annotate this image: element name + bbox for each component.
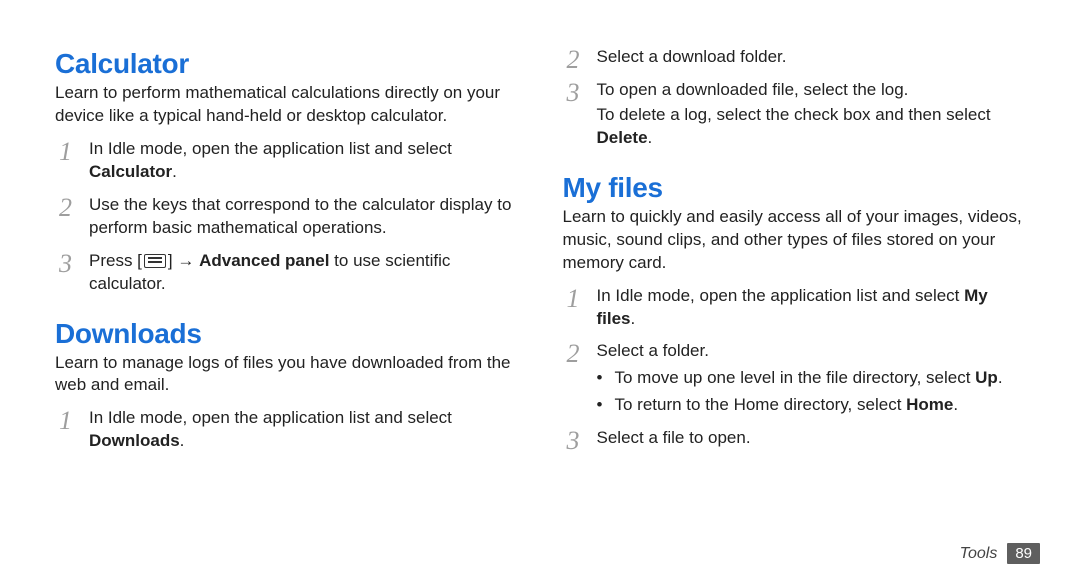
menu-key-icon [144,254,166,268]
text: In Idle mode, open the application list … [89,408,452,427]
text: To return to the Home directory, select [615,395,907,414]
downloads-steps-continued: Select a download folder. To open a down… [563,46,1031,150]
downloads-steps: In Idle mode, open the application list … [55,407,523,453]
page-footer: Tools 89 [960,543,1040,564]
dl-step-3-sub: To delete a log, select the check box an… [597,104,1031,150]
bold: Up [975,368,998,387]
footer-section: Tools [960,545,998,563]
calculator-steps: In Idle mode, open the application list … [55,138,523,296]
dl-step-2: Select a download folder. [563,46,1031,69]
bold: Advanced panel [199,251,329,270]
calc-step-3: Press [] → Advanced panel to use scienti… [55,250,523,296]
right-column: Select a download folder. To open a down… [553,40,1041,546]
text: Press [ [89,251,142,270]
mf-step-2-bullets: To move up one level in the file directo… [597,367,1031,417]
text: In Idle mode, open the application list … [89,139,452,158]
bold: Downloads [89,431,180,450]
text: . [631,309,636,328]
heading-myfiles: My files [563,172,1031,204]
text: To open a downloaded file, select the lo… [597,80,909,99]
bold: Delete [597,128,648,147]
calc-step-1: In Idle mode, open the application list … [55,138,523,184]
bullet-up: To move up one level in the file directo… [597,367,1031,390]
dl-step-1: In Idle mode, open the application list … [55,407,523,453]
text: In Idle mode, open the application list … [597,286,965,305]
heading-downloads: Downloads [55,318,523,350]
myfiles-intro: Learn to quickly and easily access all o… [563,206,1031,275]
text: Select a folder. [597,341,709,360]
bold: Home [906,395,953,414]
text: . [998,368,1003,387]
heading-calculator: Calculator [55,48,523,80]
text: . [180,431,185,450]
mf-step-3: Select a file to open. [563,427,1031,450]
myfiles-steps: In Idle mode, open the application list … [563,285,1031,451]
text: To move up one level in the file directo… [615,368,976,387]
mf-step-1: In Idle mode, open the application list … [563,285,1031,331]
page-number-badge: 89 [1007,543,1040,564]
bullet-home: To return to the Home directory, select … [597,394,1031,417]
text: ] → [168,251,199,270]
text: To delete a log, select the check box an… [597,105,991,124]
calculator-intro: Learn to perform mathematical calculatio… [55,82,523,128]
text: . [648,128,653,147]
dl-step-3: To open a downloaded file, select the lo… [563,79,1031,150]
mf-step-2: Select a folder. To move up one level in… [563,340,1031,417]
downloads-intro: Learn to manage logs of files you have d… [55,352,523,398]
calc-step-2: Use the keys that correspond to the calc… [55,194,523,240]
text: . [953,395,958,414]
text: . [172,162,177,181]
page: Calculator Learn to perform mathematical… [0,0,1080,586]
left-column: Calculator Learn to perform mathematical… [55,40,553,546]
bold: Calculator [89,162,172,181]
